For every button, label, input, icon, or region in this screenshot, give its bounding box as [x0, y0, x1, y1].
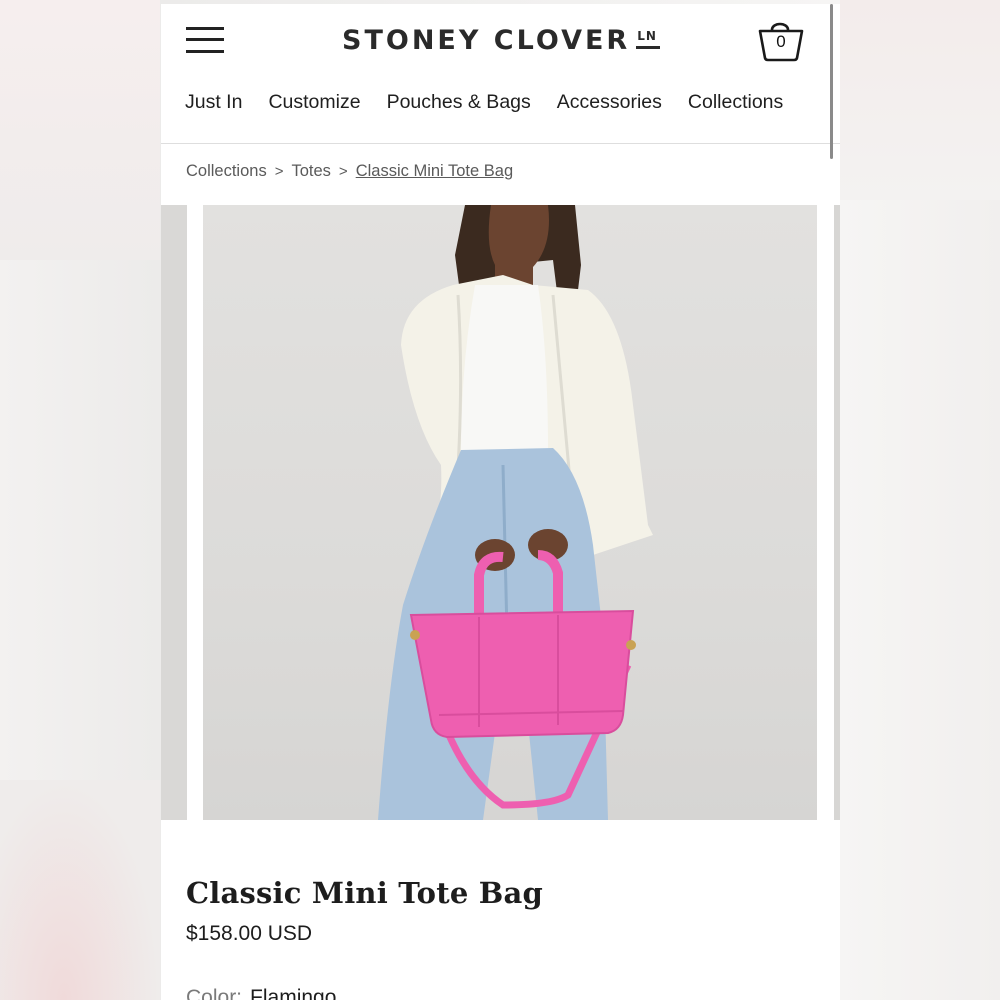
site-header: STONEY CLOVER LN 0 Just In Customize Pou…	[161, 4, 840, 144]
nav-item-collections[interactable]: Collections	[688, 91, 783, 114]
scrollbar[interactable]	[830, 4, 833, 159]
mobile-page: STONEY CLOVER LN 0 Just In Customize Pou…	[161, 4, 840, 1000]
product-photo[interactable]	[203, 205, 817, 820]
cart-button[interactable]: 0	[757, 18, 805, 64]
background-blur	[0, 0, 160, 260]
cart-count-badge: 0	[776, 32, 786, 51]
breadcrumb-item[interactable]: Collections	[186, 162, 267, 181]
previous-image-peek[interactable]	[161, 205, 187, 820]
product-price: $158.00 USD	[186, 922, 313, 945]
product-image-gallery[interactable]	[161, 205, 840, 820]
breadcrumb-separator: >	[274, 163, 284, 180]
color-value: Flamingo	[250, 986, 337, 1000]
hamburger-menu-icon[interactable]	[186, 26, 224, 54]
breadcrumb-current[interactable]: Classic Mini Tote Bag	[356, 162, 513, 181]
background-blur	[0, 780, 160, 1000]
brand-mark: LN	[636, 27, 662, 53]
nav-item-customize[interactable]: Customize	[268, 91, 360, 114]
brand-logo[interactable]: STONEY CLOVER LN	[342, 22, 662, 58]
nav-item-just-in[interactable]: Just In	[185, 91, 242, 114]
breadcrumb-separator: >	[338, 163, 348, 180]
model-with-tote-illustration	[378, 205, 653, 820]
nav-item-accessories[interactable]: Accessories	[557, 91, 662, 114]
color-selector-label: Color: Flamingo	[186, 986, 336, 1000]
product-title: Classic Mini Tote Bag	[186, 876, 543, 911]
color-label: Color:	[186, 986, 243, 1000]
brand-name: STONEY CLOVER	[342, 24, 631, 56]
main-nav: Just In Customize Pouches & Bags Accesso…	[185, 91, 809, 114]
next-image-peek[interactable]	[834, 205, 840, 820]
breadcrumb-item[interactable]: Totes	[291, 162, 330, 181]
breadcrumb: Collections > Totes > Classic Mini Tote …	[186, 162, 513, 181]
background-blur	[840, 0, 1000, 200]
nav-item-pouches-bags[interactable]: Pouches & Bags	[387, 91, 531, 114]
